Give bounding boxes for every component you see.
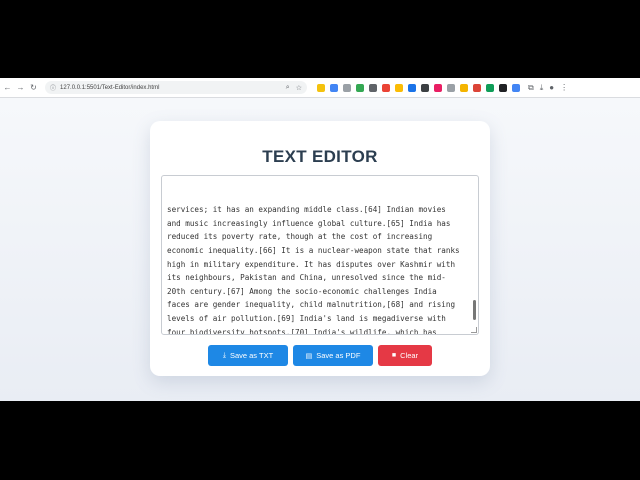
editor-text-line: services; it has an expanding middle cla…	[167, 205, 446, 215]
page-title: TEXT EDITOR	[262, 147, 378, 166]
save-txt-label: Save as TXT	[229, 351, 274, 360]
editor-text-line: 20th century.[67] Among the socio-econom…	[167, 286, 437, 296]
resize-handle-icon[interactable]	[471, 327, 477, 333]
extension-icon[interactable]	[356, 83, 364, 92]
save-txt-button[interactable]: ⤓ Save as TXT	[208, 345, 288, 366]
extension-icon[interactable]	[460, 83, 468, 92]
zoom-icon[interactable]: ⌕	[286, 84, 290, 92]
clear-button[interactable]: ■ Clear	[378, 345, 432, 366]
extensions-puzzle-icon[interactable]: ⧉	[528, 83, 534, 93]
extension-icon[interactable]	[447, 83, 455, 92]
trash-icon: ■	[391, 352, 397, 359]
extension-icon[interactable]	[512, 83, 520, 92]
browser-toolbar: ← → ↻ ⓘ 127.0.0.1:5501/Text-Editor/index…	[0, 78, 640, 98]
extension-icon[interactable]	[499, 83, 507, 92]
extension-icon[interactable]	[408, 83, 416, 92]
editor-textarea[interactable]: services; it has an expanding middle cla…	[161, 175, 479, 335]
editor-text-line: economic inequality.[66] It is a nuclear…	[167, 245, 460, 255]
file-icon: ▤	[305, 352, 313, 360]
page-viewport: TEXT EDITOR services; it has an expandin…	[0, 98, 640, 401]
editor-text: services; it has an expanding middle cla…	[167, 203, 464, 335]
editor-text-line: levels of air pollution.[69] India's lan…	[167, 313, 446, 323]
clear-label: Clear	[400, 351, 419, 360]
editor-text-line: reduced its poverty rate, though at the …	[167, 232, 433, 242]
extension-icon[interactable]	[486, 83, 494, 92]
extension-icon[interactable]	[395, 83, 403, 92]
forward-icon[interactable]: →	[15, 82, 26, 93]
extension-icon[interactable]	[473, 83, 481, 92]
save-pdf-button[interactable]: ▤ Save as PDF	[293, 345, 373, 366]
download-icon: ⤓	[222, 351, 226, 359]
extension-icon[interactable]	[317, 83, 325, 92]
bookmark-star-icon[interactable]: ☆	[296, 84, 302, 92]
save-pdf-label: Save as PDF	[316, 351, 361, 360]
address-bar[interactable]: ⓘ 127.0.0.1:5501/Text-Editor/index.html …	[45, 81, 307, 94]
editor-text-line: high in military expenditure. It has dis…	[167, 259, 456, 269]
extensions-bar	[317, 83, 520, 92]
editor-text-line: four biodiversity hotspots.[70] India's …	[167, 327, 437, 335]
extension-icon[interactable]	[369, 83, 377, 92]
editor-card: TEXT EDITOR services; it has an expandin…	[150, 121, 490, 376]
menu-dots-icon[interactable]: ⋮	[560, 83, 568, 93]
editor-text-line: and music increasingly influence global …	[167, 218, 451, 228]
download-icon[interactable]: ⤓	[540, 83, 544, 93]
browser-actions: ⧉ ⤓ ● ⋮	[528, 83, 568, 93]
editor-text-line: faces are gender inequality, child malnu…	[167, 300, 456, 310]
extension-icon[interactable]	[382, 83, 390, 92]
browser-window: ← → ↻ ⓘ 127.0.0.1:5501/Text-Editor/index…	[0, 78, 640, 401]
reload-icon[interactable]: ↻	[28, 82, 39, 93]
action-buttons: ⤓ Save as TXT ▤ Save as PDF ■ Clear	[150, 345, 490, 366]
profile-icon[interactable]: ●	[549, 83, 554, 93]
editor-text-line: its neighbours, Pakistan and China, unre…	[167, 273, 446, 283]
extension-icon[interactable]	[434, 83, 442, 92]
extension-icon[interactable]	[343, 83, 351, 92]
extension-icon[interactable]	[421, 83, 429, 92]
extension-icon[interactable]	[330, 83, 338, 92]
address-url: 127.0.0.1:5501/Text-Editor/index.html	[60, 84, 160, 91]
back-icon[interactable]: ←	[2, 82, 13, 93]
textarea-scrollbar[interactable]	[473, 300, 476, 320]
site-info-icon[interactable]: ⓘ	[50, 83, 56, 92]
